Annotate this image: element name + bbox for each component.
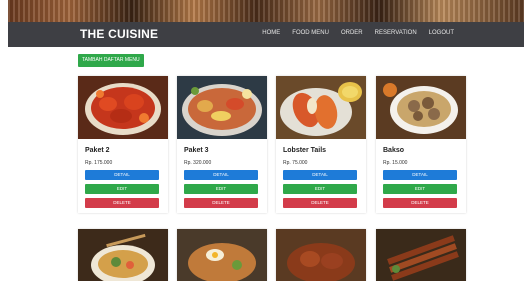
detail-button[interactable]: DETAIL (283, 170, 357, 180)
nav-order[interactable]: ORDER (341, 30, 363, 36)
detail-button[interactable]: DETAIL (184, 170, 258, 180)
nav-reservation[interactable]: RESERVATION (375, 30, 417, 36)
menu-item-name: Paket 2 (85, 147, 110, 154)
food-image-8 (376, 229, 466, 281)
nav-home[interactable]: HOME (262, 30, 280, 36)
nav-links: HOME FOOD MENU ORDER RESERVATION LOGOUT (262, 30, 454, 36)
menu-item-name: Bakso (383, 147, 405, 154)
menu-card-image-8 (376, 229, 466, 281)
menu-card-paket-3: Paket 3 Rp. 320.000 DETAIL EDIT DELETE (177, 76, 267, 213)
add-menu-button[interactable]: TAMBAH DAFTAR MENU (78, 54, 144, 67)
menu-item-name: Paket 3 (184, 147, 209, 154)
brand-logo[interactable]: THE CUISINE (80, 27, 158, 41)
delete-button[interactable]: DELETE (283, 198, 357, 208)
header-banner-image (8, 0, 524, 22)
detail-button[interactable]: DETAIL (383, 170, 457, 180)
food-image-paket-2 (78, 76, 168, 139)
edit-button[interactable]: EDIT (184, 184, 258, 194)
menu-card-image-5 (78, 229, 168, 281)
delete-button[interactable]: DELETE (383, 198, 457, 208)
menu-card-lobster-tails: Lobster Tails Rp. 75.000 DETAIL EDIT DEL… (276, 76, 366, 213)
menu-card-image-6 (177, 229, 267, 281)
menu-item-price: Rp. 320.000 (184, 160, 212, 166)
food-image-paket-3 (177, 76, 267, 139)
edit-button[interactable]: EDIT (85, 184, 159, 194)
menu-item-price: Rp. 15.000 (383, 160, 408, 166)
menu-item-price: Rp. 175.000 (85, 160, 113, 166)
food-image-bakso (376, 76, 466, 139)
menu-item-price: Rp. 75.000 (283, 160, 308, 166)
top-navbar: THE CUISINE HOME FOOD MENU ORDER RESERVA… (8, 22, 524, 47)
delete-button[interactable]: DELETE (184, 198, 258, 208)
detail-button[interactable]: DETAIL (85, 170, 159, 180)
food-image-6 (177, 229, 267, 281)
menu-card-image-7 (276, 229, 366, 281)
nav-logout[interactable]: LOGOUT (429, 30, 454, 36)
food-image-5 (78, 229, 168, 281)
delete-button[interactable]: DELETE (85, 198, 159, 208)
food-image-lobster-tails (276, 76, 366, 139)
edit-button[interactable]: EDIT (283, 184, 357, 194)
edit-button[interactable]: EDIT (383, 184, 457, 194)
nav-food-menu[interactable]: FOOD MENU (292, 30, 329, 36)
food-image-7 (276, 229, 366, 281)
menu-card-paket-2: Paket 2 Rp. 175.000 DETAIL EDIT DELETE (78, 76, 168, 213)
menu-item-name: Lobster Tails (283, 147, 327, 154)
menu-card-bakso: Bakso Rp. 15.000 DETAIL EDIT DELETE (376, 76, 466, 213)
